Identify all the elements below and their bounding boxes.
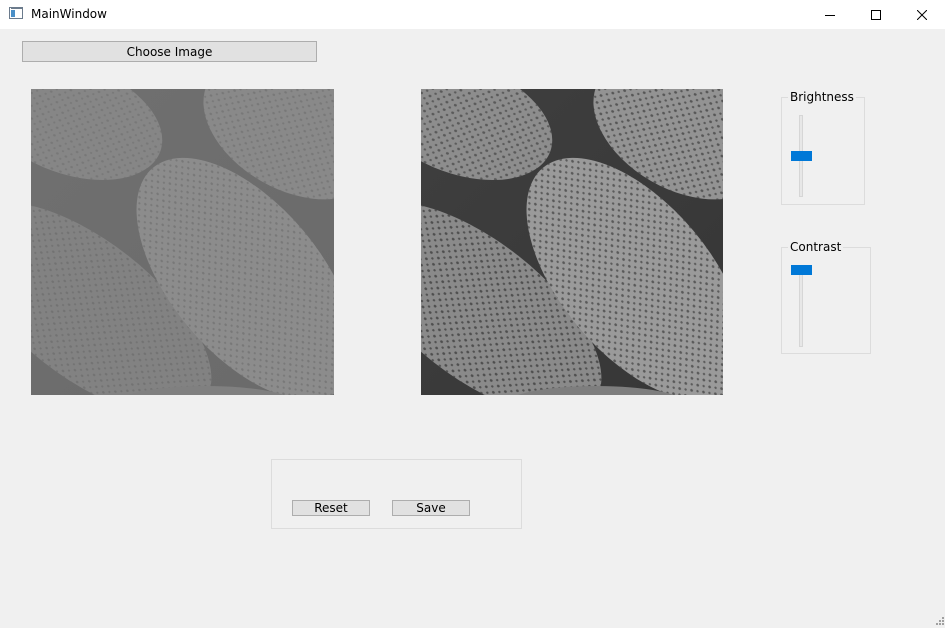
reset-button[interactable]: Reset <box>292 500 370 516</box>
choose-image-button[interactable]: Choose Image <box>22 41 317 62</box>
contrast-label: Contrast <box>788 240 844 254</box>
window-title: MainWindow <box>31 7 107 21</box>
close-icon <box>917 9 927 20</box>
maximize-button[interactable] <box>853 0 899 29</box>
brightness-group: Brightness <box>781 90 865 205</box>
brightness-label: Brightness <box>788 90 856 104</box>
save-button[interactable]: Save <box>392 500 470 516</box>
minimize-button[interactable] <box>807 0 853 29</box>
brightness-slider-handle[interactable] <box>791 151 812 161</box>
contrast-slider-handle[interactable] <box>791 265 812 275</box>
maximize-icon <box>871 9 881 20</box>
original-image <box>31 89 334 395</box>
app-window-icon <box>9 7 23 19</box>
actions-group <box>271 459 522 529</box>
minimize-icon <box>825 14 835 16</box>
close-button[interactable] <box>899 0 945 29</box>
title-bar[interactable]: MainWindow <box>0 0 947 29</box>
contrast-group: Contrast <box>781 240 871 354</box>
contrast-slider-track[interactable] <box>799 265 803 347</box>
processed-image <box>421 89 723 395</box>
resize-grip-icon[interactable] <box>933 614 945 626</box>
